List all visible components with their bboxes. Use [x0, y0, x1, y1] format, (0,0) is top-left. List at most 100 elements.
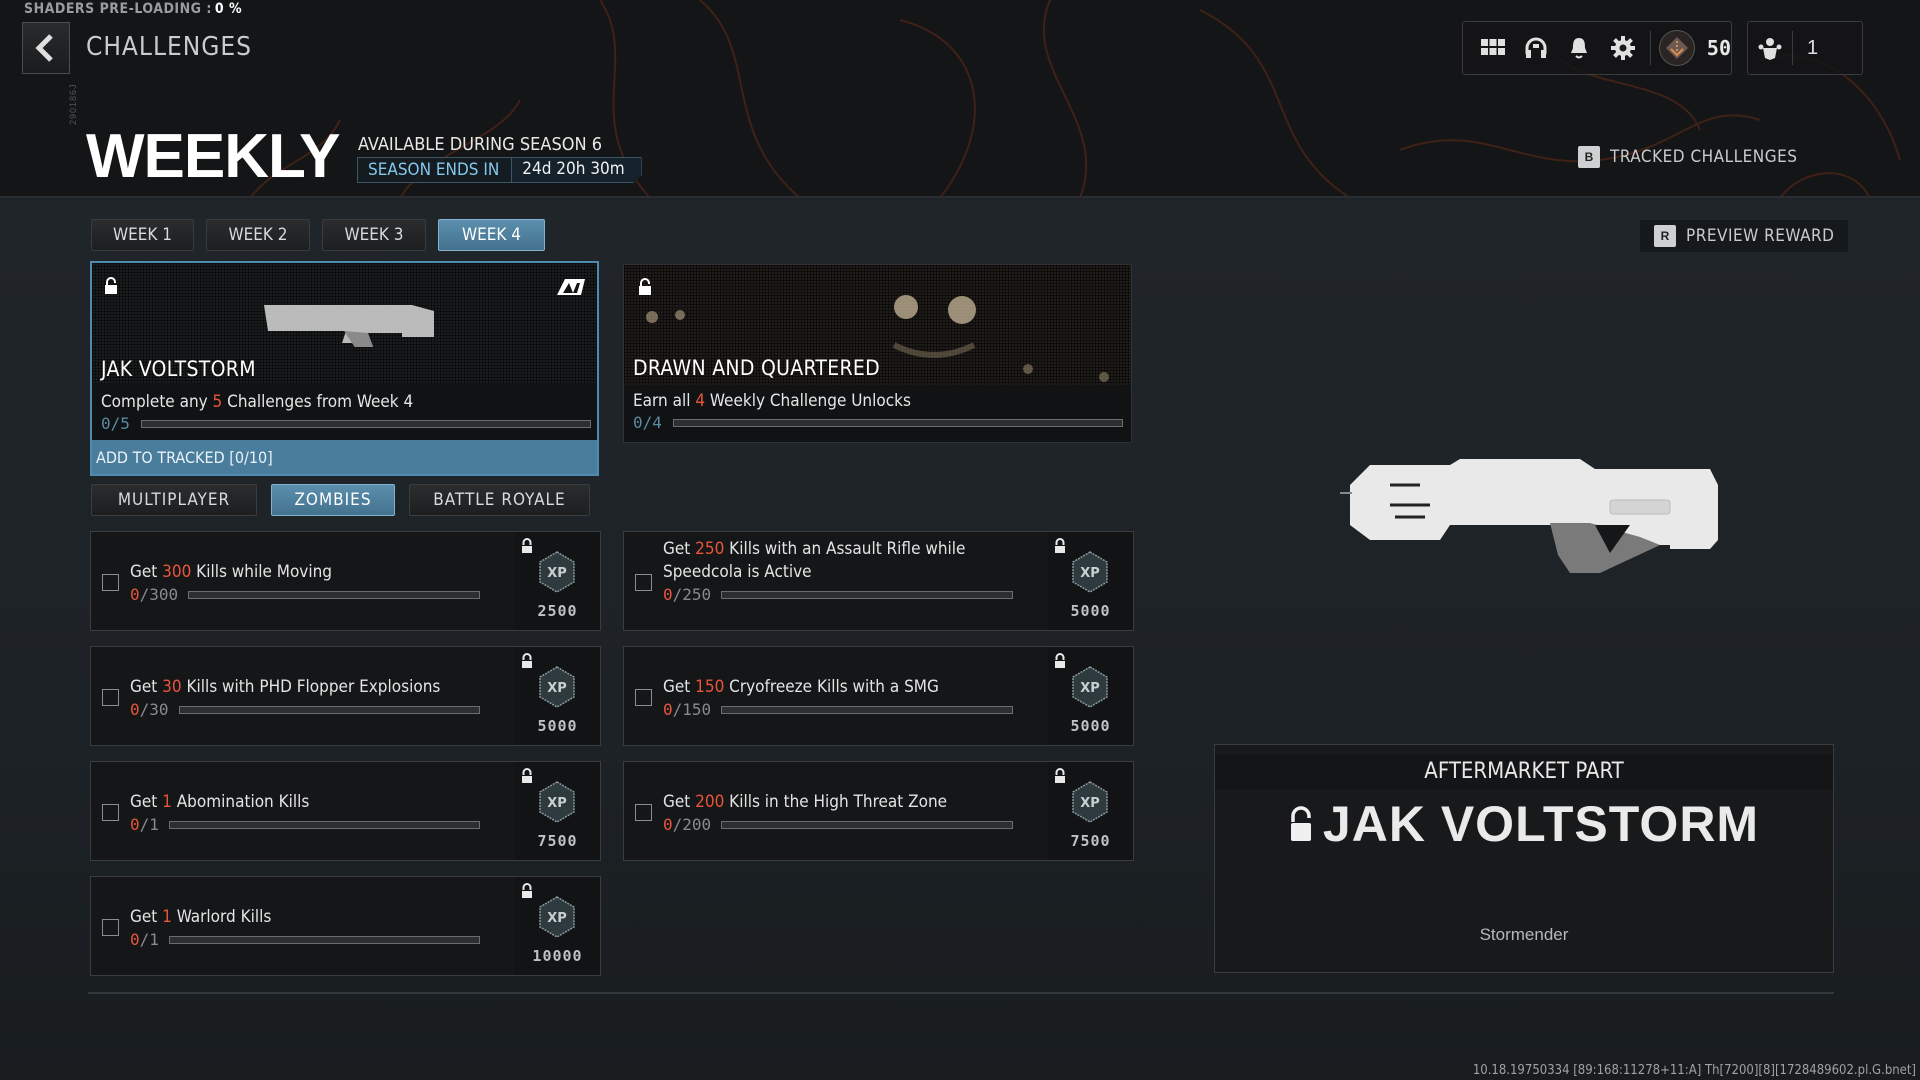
challenge-card[interactable]: Get 250 Kills with an Assault Rifle whil… [623, 531, 1134, 631]
headset-icon[interactable] [1514, 26, 1557, 70]
bottom-divider [88, 992, 1834, 994]
progress-count: 0/1 [130, 815, 159, 834]
track-checkbox[interactable] [102, 689, 119, 706]
challenge-description: Get 250 Kills with an Assault Rifle whil… [663, 539, 966, 582]
top-toolbar: 50 [1462, 21, 1732, 75]
featured-challenge-card[interactable]: JAK VOLTSTORM Complete any 5 Challenges … [90, 261, 599, 476]
challenge-progress: 0/1 [130, 930, 480, 949]
breadcrumb: CHALLENGES [86, 32, 253, 62]
xp-token-icon: XP [539, 896, 575, 938]
progress-count: 0/4 [633, 413, 662, 432]
challenge-card[interactable]: Get 200 Kills in the High Threat Zone 0/… [623, 761, 1134, 861]
xp-amount: 5000 [1070, 602, 1111, 620]
challenge-description: Get 1 Warlord Kills [130, 907, 272, 927]
svg-text:XP: XP [547, 796, 567, 811]
svg-text:XP: XP [547, 681, 567, 696]
build-info: 10.18.19750334 [89:168:11278+11:A] Th[72… [1472, 1063, 1916, 1078]
tracked-challenges-label: TRACKED CHALLENGES [1610, 147, 1798, 167]
tab-multiplayer[interactable]: MULTIPLAYER [91, 484, 257, 516]
challenge-card[interactable]: Get 150 Cryofreeze Kills with a SMG 0/15… [623, 646, 1134, 746]
xp-amount: 2500 [537, 602, 578, 620]
challenge-progress: 0/300 [130, 585, 480, 604]
challenge-card[interactable]: Get 300 Kills while Moving 0/300 XP 2500 [90, 531, 601, 631]
challenge-progress: 0/200 [663, 815, 1013, 834]
tab-week-1[interactable]: WEEK 1 [91, 219, 194, 251]
lock-icon [1055, 538, 1065, 553]
challenge-description: Get 300 Kills while Moving [130, 562, 333, 582]
track-checkbox[interactable] [102, 919, 119, 936]
xp-amount: 5000 [1070, 717, 1111, 735]
xp-token-icon: XP [1072, 666, 1108, 708]
challenge-card[interactable]: Get 30 Kills with PHD Flopper Explosions… [90, 646, 601, 746]
xp-token-icon: XP [1072, 551, 1108, 593]
weapon-model-icon [1340, 459, 1718, 573]
preview-reward-label: PREVIEW REWARD [1686, 226, 1835, 246]
lock-icon [1055, 653, 1065, 668]
tab-zombies[interactable]: ZOMBIES [271, 484, 395, 516]
party-count: 1 [1807, 36, 1819, 59]
weapon-silhouette-icon [264, 305, 434, 347]
challenge-card[interactable]: Get 1 Warlord Kills 0/1 XP 10000 [90, 876, 601, 976]
reward-weapon-preview [1340, 445, 1720, 590]
lock-icon [1055, 768, 1065, 783]
shader-value: 0 % [214, 1, 243, 17]
progress-bar [168, 935, 480, 944]
rank-badge-icon[interactable] [1659, 30, 1695, 66]
progress-count: 0/300 [130, 585, 179, 604]
tracked-challenges-button[interactable]: B TRACKED CHALLENGES [1578, 146, 1797, 168]
track-checkbox[interactable] [102, 804, 119, 821]
add-to-tracked-button[interactable]: ADD TO TRACKED [0/10] [92, 440, 597, 474]
tab-week-3[interactable]: WEEK 3 [322, 219, 426, 251]
reward-panel: AFTERMARKET PART JAK VOLTSTORM Stormende… [1214, 744, 1834, 973]
season-ends-label: SEASON ENDS IN [368, 160, 500, 180]
track-checkbox[interactable] [635, 574, 652, 591]
grid-menu-icon[interactable] [1471, 26, 1514, 70]
gear-icon[interactable] [1601, 26, 1644, 70]
track-checkbox[interactable] [635, 689, 652, 706]
featured-title: JAK VOLTSTORM [101, 357, 256, 381]
party-button[interactable]: 1 [1747, 21, 1863, 75]
progress-count: 0/150 [663, 700, 712, 719]
reward-type: AFTERMARKET PART [1215, 755, 1833, 789]
svg-text:XP: XP [1080, 681, 1100, 696]
progress-bar [721, 705, 1013, 714]
bell-icon[interactable] [1558, 26, 1601, 70]
progress-count: 0/200 [663, 815, 712, 834]
lock-open-icon [105, 277, 117, 294]
back-button[interactable] [22, 22, 70, 74]
progress-count: 0/250 [663, 585, 712, 604]
challenge-description: Get 1 Abomination Kills [130, 792, 310, 812]
xp-reward: XP 5000 [515, 647, 600, 745]
vertical-id-text: 290186J [68, 83, 78, 125]
svg-text:XP: XP [1080, 796, 1100, 811]
progress-bar [188, 590, 480, 599]
track-checkbox[interactable] [102, 574, 119, 591]
progress-count: 0/1 [130, 930, 159, 949]
mode-tabs: MULTIPLAYER ZOMBIES BATTLE ROYALE [91, 484, 590, 516]
challenge-progress: 0/30 [130, 700, 480, 719]
featured-description: Complete any 5 Challenges from Week 4 [101, 392, 414, 412]
challenge-description: Get 200 Kills in the High Threat Zone [663, 792, 948, 812]
track-checkbox[interactable] [635, 804, 652, 821]
chevron-left-icon [35, 34, 53, 62]
tab-week-2[interactable]: WEEK 2 [206, 219, 310, 251]
season-countdown: SEASON ENDS IN 24d 20h 30m [357, 157, 642, 183]
featured-challenge-card[interactable]: DRAWN AND QUARTERED Earn all 4 Weekly Ch… [623, 264, 1132, 443]
challenge-card[interactable]: Get 1 Abomination Kills 0/1 XP 7500 [90, 761, 601, 861]
xp-reward: XP 7500 [515, 762, 600, 860]
xp-reward: XP 5000 [1048, 532, 1133, 630]
shader-preload-status: SHADERS PRE-LOADING :0 % [24, 1, 242, 17]
featured-description: Earn all 4 Weekly Challenge Unlocks [633, 391, 911, 411]
progress-bar [721, 590, 1013, 599]
progress-count: 0/30 [130, 700, 169, 719]
preview-reward-button[interactable]: R PREVIEW REWARD [1640, 220, 1849, 252]
party-divider [1792, 31, 1793, 65]
challenge-progress: 0/1 [130, 815, 480, 834]
xp-amount: 7500 [537, 832, 578, 850]
brand-logo-icon [557, 279, 585, 295]
lock-icon [522, 883, 532, 898]
tab-week-4[interactable]: WEEK 4 [438, 219, 545, 251]
tab-battle-royale[interactable]: BATTLE ROYALE [409, 484, 590, 516]
reward-base-weapon: Stormender [1479, 925, 1569, 944]
xp-reward: XP 2500 [515, 532, 600, 630]
